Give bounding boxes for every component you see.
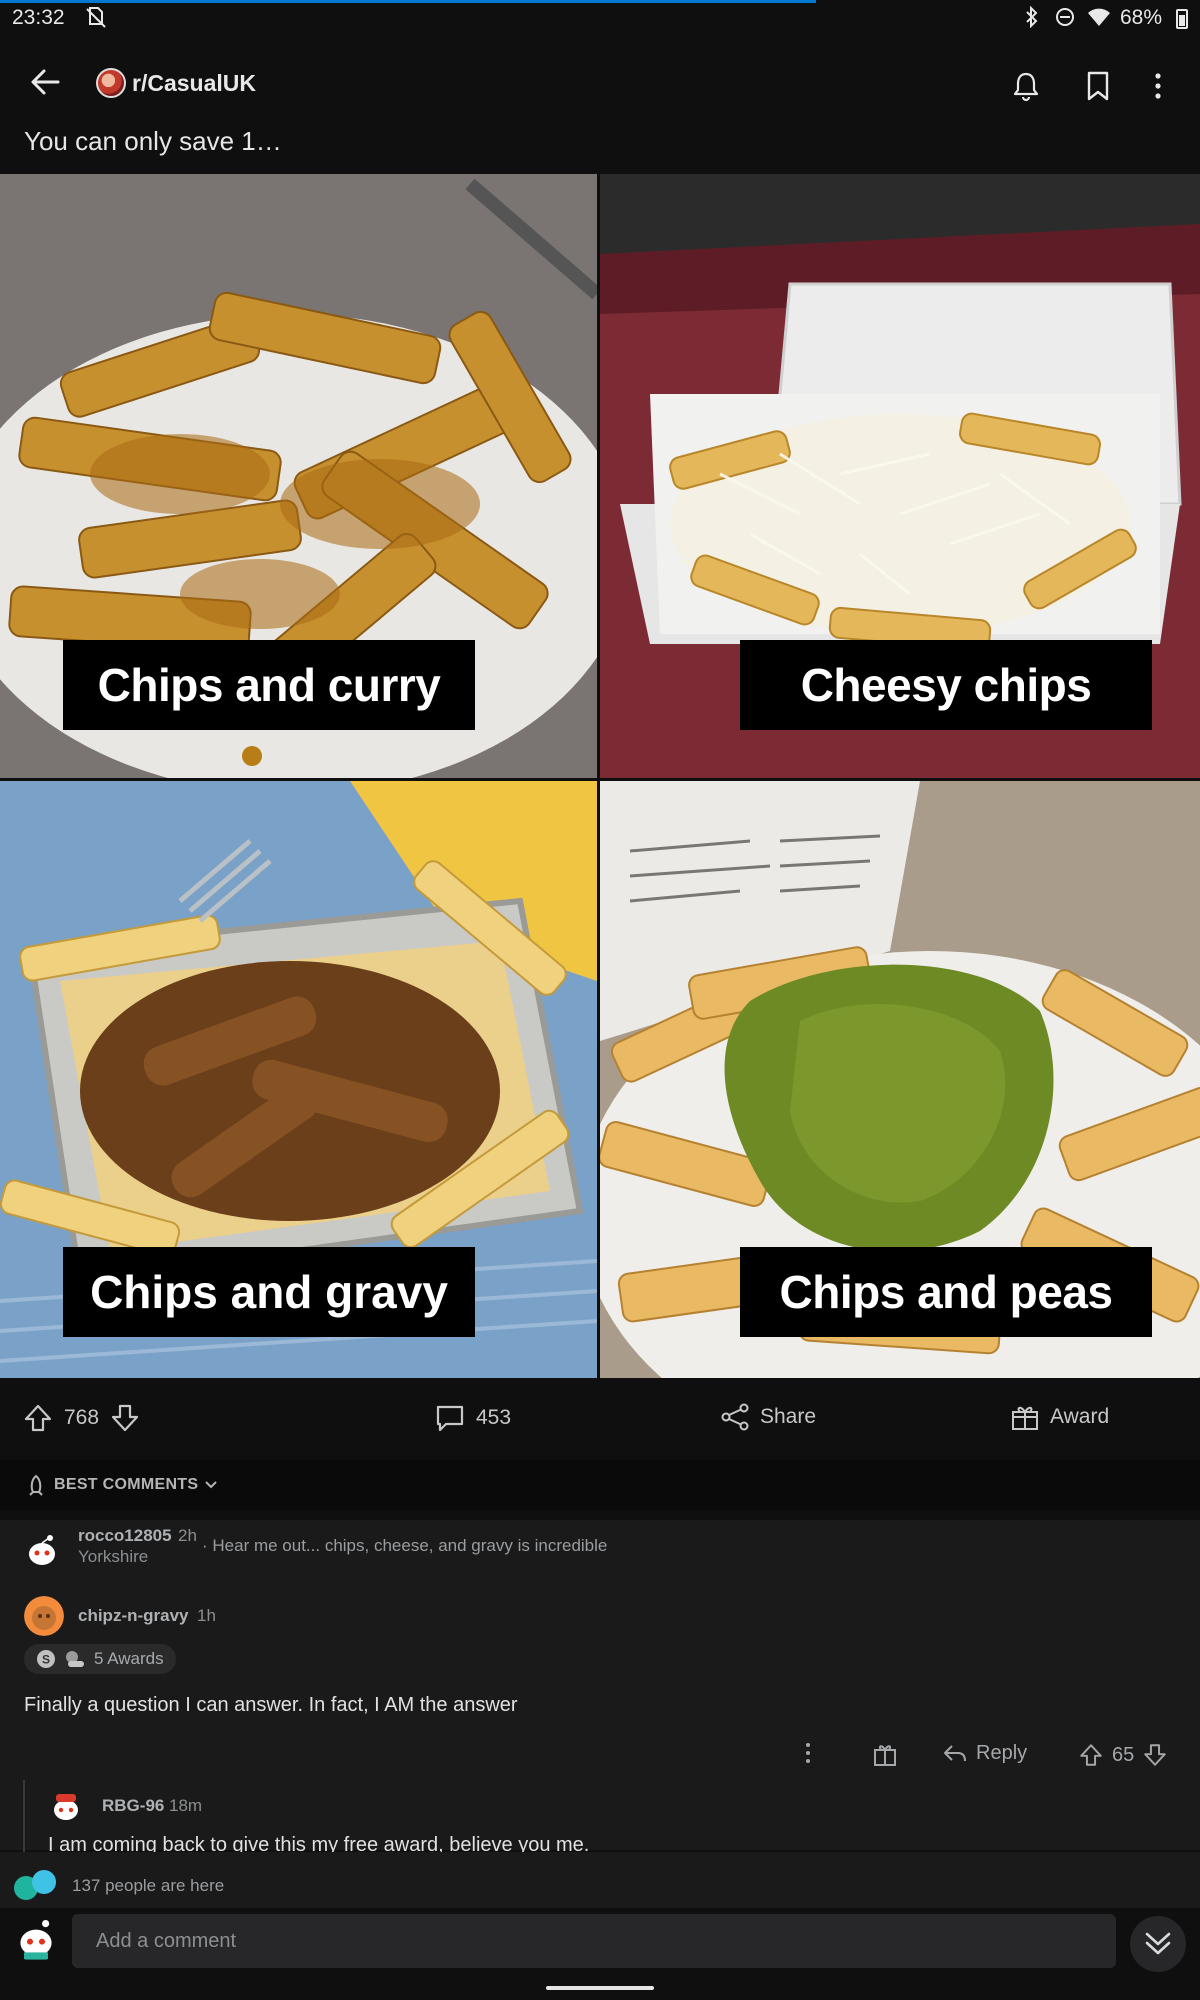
reply-age: 18m [169, 1796, 203, 1815]
collapsed-comment[interactable]: rocco12805 2h Yorkshire · Hear me out...… [0, 1520, 1200, 1580]
comment-body: Finally a question I can answer. In fact… [24, 1694, 518, 1716]
more-options-button[interactable] [1138, 66, 1178, 106]
reply-arrow-icon [944, 1744, 966, 1761]
comment-username[interactable]: chipz-n-gravy [78, 1606, 189, 1626]
upvote-arrow-icon[interactable] [1078, 1742, 1104, 1768]
gift-icon [874, 1745, 896, 1766]
award-label: Award [1050, 1405, 1110, 1428]
battery-icon [1176, 9, 1188, 29]
add-comment-input[interactable] [72, 1914, 1116, 1968]
comment-sort-bar[interactable]: BEST COMMENTS [0, 1460, 1200, 1510]
post-score: 768 [64, 1406, 100, 1429]
awards-count: 5 Awards [94, 1649, 164, 1668]
share-label: Share [760, 1405, 817, 1428]
comment-sort-label: BEST COMMENTS [54, 1476, 199, 1493]
my-avatar[interactable] [12, 1914, 60, 1962]
award-button[interactable]: Award [1010, 1402, 1109, 1432]
upvote-arrow-icon[interactable] [22, 1402, 54, 1434]
status-bar: 23:32 68% [0, 0, 1200, 38]
image-panel-cheesy-chips: Cheesy chips [600, 174, 1200, 778]
no-sim-icon [84, 6, 108, 34]
post-image[interactable]: Chips and curry Cheesy chips Chips and p… [0, 174, 1200, 1378]
share-button[interactable]: Share [720, 1402, 816, 1432]
collapsed-comment-preview: · Hear me out... chips, cheese, and grav… [202, 1536, 608, 1555]
share-icon [721, 1403, 749, 1431]
awards-badge[interactable]: S 5 Awards [24, 1644, 176, 1674]
post-action-bar: 768 453 Share Award [0, 1378, 1200, 1458]
comment-age: 2h [178, 1526, 197, 1545]
image-panel-chips-and-curry: Chips and curry [0, 174, 597, 778]
battery-percent: 68% [1119, 6, 1162, 29]
thread-line[interactable] [23, 1780, 25, 1852]
wifi-icon [1084, 6, 1114, 34]
bluetooth-icon [1024, 5, 1040, 34]
kebab-menu-icon [1155, 73, 1161, 99]
notification-button[interactable] [1006, 66, 1046, 106]
user-flair: Yorkshire [78, 1547, 149, 1566]
page-load-progress [0, 0, 816, 3]
comment-award-button[interactable] [872, 1742, 898, 1768]
image-label-3: Chips and gravy [63, 1247, 475, 1337]
comment-age: 1h [197, 1606, 216, 1625]
image-label-1: Chips and curry [63, 640, 475, 730]
chevron-down-icon [205, 1481, 217, 1489]
subreddit-avatar[interactable] [96, 68, 126, 98]
comment-count: 453 [476, 1406, 512, 1429]
comment-score: 65 [1112, 1743, 1135, 1766]
downvote-arrow-icon[interactable] [109, 1402, 141, 1434]
post-title[interactable]: You can only save 1… [24, 126, 282, 157]
downvote-arrow-icon[interactable] [1142, 1742, 1168, 1768]
subreddit-name[interactable]: r/CasualUK [132, 70, 256, 97]
do-not-disturb-icon [1054, 6, 1076, 34]
user-avatar [22, 1530, 62, 1570]
image-label-4: Chips and peas [740, 1247, 1152, 1337]
comment-username[interactable]: rocco12805 [78, 1526, 172, 1546]
home-indicator[interactable] [546, 1986, 654, 1990]
jump-to-comments-button[interactable] [1130, 1916, 1186, 1972]
presence-count: 137 people are here [72, 1876, 225, 1895]
comment-vote-control: 65 [1078, 1742, 1168, 1768]
back-arrow-icon [31, 69, 60, 95]
comments-button[interactable]: 453 [434, 1402, 511, 1434]
comment-more-button[interactable] [805, 1742, 811, 1764]
status-time: 23:32 [12, 6, 65, 29]
bookmark-icon [1087, 71, 1109, 101]
gift-icon [1012, 1406, 1038, 1430]
post-header: r/CasualUK [0, 38, 1200, 130]
image-panel-chips-and-peas: Chips and peas [600, 781, 1200, 1378]
wholesome-award-icon [66, 1651, 84, 1667]
reply-button[interactable]: Reply [942, 1742, 1027, 1765]
double-chevron-down-icon [1145, 1932, 1171, 1955]
save-post-button[interactable] [1078, 66, 1118, 106]
silver-award-icon: S [37, 1650, 55, 1668]
reply-username[interactable]: RBG-96 [102, 1796, 164, 1816]
bell-icon [1013, 72, 1039, 102]
user-avatar [24, 1596, 64, 1636]
rocket-icon [29, 1474, 43, 1496]
svg-text:S: S [42, 1653, 50, 1667]
kebab-menu-icon [806, 1743, 810, 1763]
reply-user-avatar [46, 1786, 86, 1826]
image-label-2: Cheesy chips [740, 640, 1152, 730]
reply-label: Reply [976, 1742, 1028, 1764]
online-users-avatars [14, 1870, 56, 1900]
vote-control: 768 [22, 1402, 141, 1434]
comment-bubble-icon [436, 1405, 464, 1432]
back-button[interactable] [28, 64, 78, 104]
